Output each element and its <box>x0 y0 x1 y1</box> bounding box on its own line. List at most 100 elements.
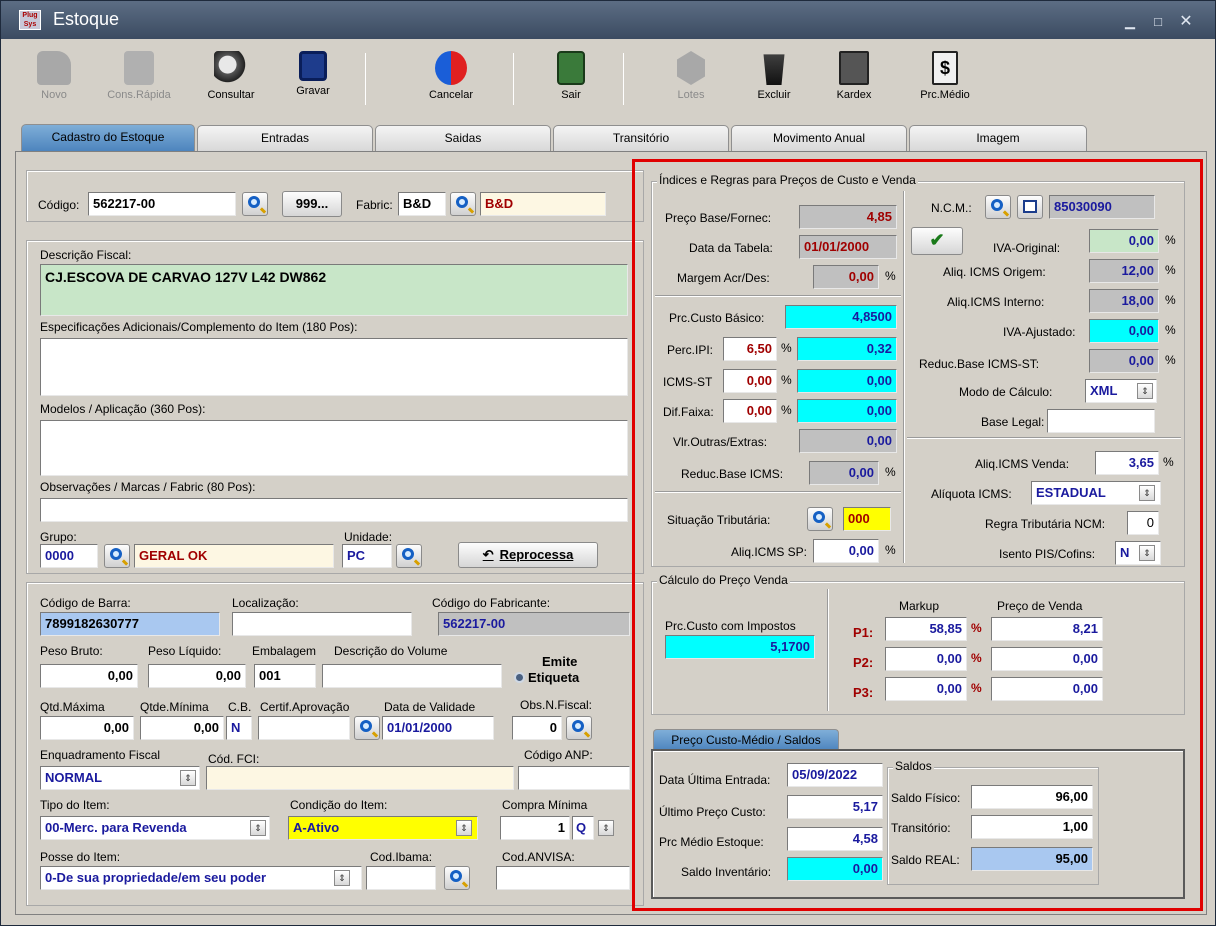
gravar-button[interactable]: Gravar <box>285 47 341 111</box>
aliqorig-input[interactable]: 12,00 <box>1089 259 1159 283</box>
percipi-value[interactable]: 0,32 <box>797 337 897 361</box>
compramin-input[interactable]: 1 <box>500 816 570 840</box>
chevron-updown-icon[interactable]: ⇕ <box>180 770 196 786</box>
grupo-search-button[interactable] <box>104 544 130 568</box>
percipi-input[interactable]: 6,50 <box>723 337 777 361</box>
icmsst-input[interactable]: 0,00 <box>723 369 777 393</box>
ibama-input[interactable] <box>366 866 436 890</box>
qtdmin-input[interactable]: 0,00 <box>140 716 224 740</box>
grupo-code-input[interactable]: 0000 <box>40 544 98 568</box>
chevron-updown-icon[interactable]: ⇕ <box>456 820 472 836</box>
aliqint-input[interactable]: 18,00 <box>1089 289 1159 313</box>
fabric-name-input[interactable]: B&D <box>480 192 606 216</box>
obsnf-input[interactable]: 0 <box>512 716 562 740</box>
custobasico-input[interactable]: 4,8500 <box>785 305 897 329</box>
ncm-search-button[interactable] <box>985 195 1011 219</box>
codigo-search-button[interactable] <box>242 192 268 216</box>
lotes-button[interactable]: Lotes <box>669 47 713 111</box>
tab-saidas[interactable]: Saidas <box>375 125 551 151</box>
validade-input[interactable]: 01/01/2000 <box>382 716 494 740</box>
ultentrada-input[interactable]: 05/09/2022 <box>787 763 883 787</box>
regra-input[interactable]: 0 <box>1127 511 1159 535</box>
cb-input[interactable]: N <box>226 716 252 740</box>
codfci-input[interactable] <box>206 766 514 790</box>
descvol-input[interactable] <box>322 664 502 688</box>
btn-999[interactable]: 999... <box>282 191 342 217</box>
precobase-input[interactable]: 4,85 <box>799 205 897 229</box>
chevron-updown-icon[interactable]: ⇕ <box>1137 383 1153 399</box>
posse-select[interactable]: 0-De sua propriedade/em seu poder <box>40 866 362 890</box>
reducbase-input[interactable]: 0,00 <box>809 461 879 485</box>
tab-imagem[interactable]: Imagem <box>909 125 1087 151</box>
tab-custo-medio-saldos[interactable]: Preço Custo-Médio / Saldos <box>653 729 839 751</box>
reprocessa-button[interactable]: ↶ Reprocessa <box>458 542 598 568</box>
consultar-button[interactable]: Consultar <box>199 47 263 111</box>
title-bar[interactable]: Plug Sys Estoque ▁ □ ✕ <box>1 1 1215 39</box>
embalagem-input[interactable]: 001 <box>254 664 316 688</box>
pesoliq-input[interactable]: 0,00 <box>148 664 246 688</box>
chevron-updown-icon[interactable]: ⇕ <box>1139 545 1155 561</box>
excluir-button[interactable]: Excluir <box>749 47 799 111</box>
maximize-icon[interactable]: □ <box>1147 13 1169 31</box>
baselegal-input[interactable] <box>1047 409 1155 433</box>
tab-movimento-anual[interactable]: Movimento Anual <box>731 125 907 151</box>
enquad-select[interactable]: NORMAL <box>40 766 200 790</box>
descricao-input[interactable]: CJ.ESCOVA DE CARVAO 127V L42 DW862 <box>40 264 628 316</box>
confirm-button[interactable]: ✔ <box>911 227 963 255</box>
pesobruto-input[interactable]: 0,00 <box>40 664 138 688</box>
p1-venda-input[interactable]: 8,21 <box>991 617 1103 641</box>
outras-input[interactable]: 0,00 <box>799 429 897 453</box>
sair-button[interactable]: Sair <box>549 47 593 111</box>
obsnf-search-button[interactable] <box>566 716 592 740</box>
inventario-input[interactable]: 0,00 <box>787 857 883 881</box>
p3-venda-input[interactable]: 0,00 <box>991 677 1103 701</box>
close-icon[interactable]: ✕ <box>1175 13 1197 31</box>
tab-transitorio[interactable]: Transitório <box>553 125 729 151</box>
especificacoes-input[interactable] <box>40 338 628 396</box>
p2-markup-input[interactable]: 0,00 <box>885 647 967 671</box>
cons-rapida-button[interactable]: Cons.Rápida <box>103 47 175 111</box>
transitorio-input[interactable]: 1,00 <box>971 815 1093 839</box>
kardex-button[interactable]: Kardex <box>829 47 879 111</box>
condicao-select[interactable]: A-Ativo <box>288 816 478 840</box>
localizacao-input[interactable] <box>232 612 412 636</box>
cancelar-button[interactable]: Cancelar <box>419 47 483 111</box>
fisico-input[interactable]: 96,00 <box>971 785 1093 809</box>
medio-input[interactable]: 4,58 <box>787 827 883 851</box>
diffaixa-value[interactable]: 0,00 <box>797 399 897 423</box>
codfab-input[interactable]: 562217-00 <box>438 612 630 636</box>
p1-markup-input[interactable]: 58,85 <box>885 617 967 641</box>
modelos-input[interactable] <box>40 420 628 476</box>
p2-venda-input[interactable]: 0,00 <box>991 647 1103 671</box>
tipo-select[interactable]: 00-Merc. para Revenda <box>40 816 270 840</box>
aliqsp-input[interactable]: 0,00 <box>813 539 879 563</box>
p3-markup-input[interactable]: 0,00 <box>885 677 967 701</box>
minimize-icon[interactable]: ▁ <box>1119 13 1141 31</box>
certif-search-button[interactable] <box>354 716 380 740</box>
certif-input[interactable] <box>258 716 350 740</box>
chevron-updown-icon[interactable]: ⇕ <box>250 820 266 836</box>
fabric-code-input[interactable]: B&D <box>398 192 446 216</box>
observacoes-input[interactable] <box>40 498 628 522</box>
diffaixa-input[interactable]: 0,00 <box>723 399 777 423</box>
ultpreco-input[interactable]: 5,17 <box>787 795 883 819</box>
codbarra-input[interactable]: 7899182630777 <box>40 612 220 636</box>
custoimp-input[interactable]: 5,1700 <box>665 635 815 659</box>
tab-cadastro[interactable]: Cadastro do Estoque <box>21 124 195 152</box>
real-input[interactable]: 95,00 <box>971 847 1093 871</box>
compramin-unit[interactable]: Q <box>572 816 594 840</box>
anp-input[interactable] <box>518 766 630 790</box>
unidade-input[interactable]: PC <box>342 544 392 568</box>
situacao-search-button[interactable] <box>807 507 833 531</box>
prc-medio-button[interactable]: $ Prc.Médio <box>915 47 975 111</box>
ivaorig-input[interactable]: 0,00 <box>1089 229 1159 253</box>
ivaaj-input[interactable]: 0,00 <box>1089 319 1159 343</box>
qtdmax-input[interactable]: 0,00 <box>40 716 134 740</box>
margem-input[interactable]: 0,00 <box>813 265 879 289</box>
ibama-search-button[interactable] <box>444 866 470 890</box>
grupo-name-input[interactable]: GERAL OK <box>134 544 334 568</box>
chevron-updown-icon[interactable]: ⇕ <box>1139 485 1155 501</box>
chevron-updown-icon[interactable]: ⇕ <box>334 870 350 886</box>
novo-button[interactable]: Novo <box>29 47 79 111</box>
etiqueta-radio[interactable]: Etiqueta <box>514 670 579 685</box>
